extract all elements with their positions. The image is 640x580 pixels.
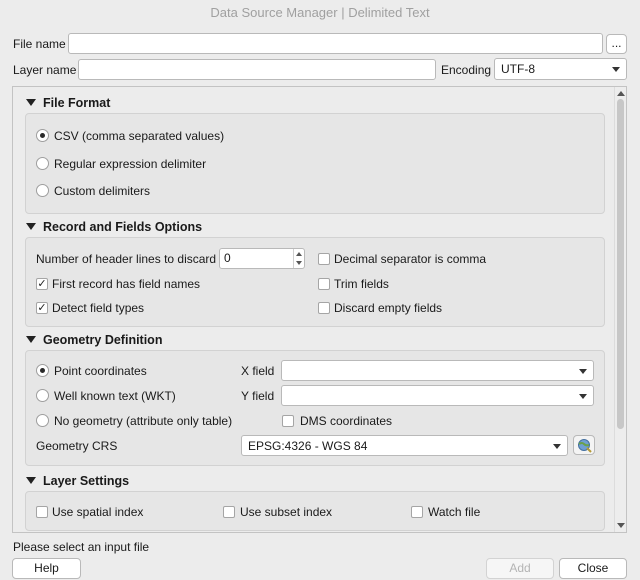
encoding-label: Encoding bbox=[441, 63, 492, 77]
vertical-scrollbar[interactable] bbox=[614, 87, 626, 532]
spin-down-icon bbox=[296, 261, 302, 265]
discard-empty-checkbox[interactable] bbox=[318, 302, 330, 314]
subset-index-checkbox[interactable] bbox=[223, 506, 235, 518]
layer-name-input[interactable] bbox=[78, 59, 436, 80]
radio-no-geometry[interactable] bbox=[36, 414, 49, 427]
trim-fields-checkbox[interactable] bbox=[318, 278, 330, 290]
trim-fields-label: Trim fields bbox=[334, 277, 389, 291]
decimal-comma-label: Decimal separator is comma bbox=[334, 252, 487, 266]
x-field-label: X field bbox=[241, 364, 275, 378]
radio-wkt-label: Well known text (WKT) bbox=[54, 389, 176, 403]
radio-point-coordinates[interactable] bbox=[36, 364, 49, 377]
chevron-down-icon bbox=[579, 369, 587, 374]
subset-index-label: Use subset index bbox=[240, 505, 333, 519]
radio-csv[interactable] bbox=[36, 129, 49, 142]
file-name-label: File name bbox=[13, 37, 66, 51]
first-record-checkbox[interactable]: ✓ bbox=[36, 278, 48, 290]
y-field-label: Y field bbox=[241, 389, 275, 403]
help-button[interactable]: Help bbox=[12, 558, 81, 579]
radio-no-geometry-label: No geometry (attribute only table) bbox=[54, 414, 233, 428]
spin-arrows[interactable] bbox=[293, 249, 304, 268]
section-layer-settings[interactable]: Layer Settings bbox=[26, 474, 129, 488]
collapse-triangle-icon bbox=[26, 477, 36, 485]
scrollbar-thumb[interactable] bbox=[617, 99, 624, 429]
radio-regex-label: Regular expression delimiter bbox=[54, 157, 207, 171]
radio-point-coordinates-label: Point coordinates bbox=[54, 364, 147, 378]
y-field-select[interactable] bbox=[281, 385, 594, 406]
encoding-select[interactable]: UTF-8 bbox=[494, 58, 627, 80]
chevron-down-icon bbox=[579, 394, 587, 399]
section-geometry-title: Geometry Definition bbox=[43, 333, 163, 347]
scroll-up-icon[interactable] bbox=[617, 91, 625, 96]
crs-selector-button[interactable] bbox=[573, 435, 595, 455]
encoding-value: UTF-8 bbox=[501, 62, 535, 76]
radio-custom[interactable] bbox=[36, 184, 49, 197]
collapse-triangle-icon bbox=[26, 223, 36, 231]
add-button[interactable]: Add bbox=[486, 558, 554, 579]
header-lines-value: 0 bbox=[224, 251, 231, 265]
section-record-options-title: Record and Fields Options bbox=[43, 220, 203, 234]
radio-csv-label: CSV (comma separated values) bbox=[54, 129, 225, 143]
discard-empty-label: Discard empty fields bbox=[334, 301, 443, 315]
spatial-index-label: Use spatial index bbox=[52, 505, 144, 519]
section-record-options[interactable]: Record and Fields Options bbox=[26, 220, 202, 234]
layer-settings-group: Use spatial index Use subset index Watch… bbox=[25, 491, 605, 531]
globe-icon bbox=[578, 439, 592, 453]
decimal-comma-checkbox[interactable] bbox=[318, 253, 330, 265]
chevron-down-icon bbox=[553, 444, 561, 449]
options-scroll-area[interactable]: File Format CSV (comma separated values)… bbox=[12, 86, 627, 533]
status-message: Please select an input file bbox=[13, 540, 150, 554]
collapse-triangle-icon bbox=[26, 99, 36, 107]
dms-checkbox[interactable] bbox=[282, 415, 294, 427]
close-button[interactable]: Close bbox=[559, 558, 627, 579]
dms-label: DMS coordinates bbox=[300, 414, 393, 428]
geometry-crs-label: Geometry CRS bbox=[36, 439, 118, 453]
watch-file-checkbox[interactable] bbox=[411, 506, 423, 518]
radio-wkt[interactable] bbox=[36, 389, 49, 402]
crs-select[interactable]: EPSG:4326 - WGS 84 bbox=[241, 435, 568, 456]
file-name-input[interactable] bbox=[68, 33, 603, 54]
spatial-index-checkbox[interactable] bbox=[36, 506, 48, 518]
browse-button[interactable]: ... bbox=[606, 34, 627, 54]
detect-types-label: Detect field types bbox=[52, 301, 145, 315]
window-title: Data Source Manager | Delimited Text bbox=[0, 0, 640, 26]
section-geometry[interactable]: Geometry Definition bbox=[26, 333, 162, 347]
radio-regex[interactable] bbox=[36, 157, 49, 170]
scroll-down-icon[interactable] bbox=[617, 523, 625, 528]
record-options-group: Number of header lines to discard 0 ✓ Fi… bbox=[25, 237, 605, 327]
detect-types-checkbox[interactable]: ✓ bbox=[36, 302, 48, 314]
header-lines-label: Number of header lines to discard bbox=[36, 252, 217, 266]
section-layer-settings-title: Layer Settings bbox=[43, 474, 130, 488]
first-record-label: First record has field names bbox=[52, 277, 201, 291]
radio-custom-label: Custom delimiters bbox=[54, 184, 151, 198]
geometry-group: Point coordinates Well known text (WKT) … bbox=[25, 350, 605, 466]
section-file-format-title: File Format bbox=[43, 96, 111, 110]
chevron-down-icon bbox=[612, 67, 620, 72]
collapse-triangle-icon bbox=[26, 336, 36, 344]
crs-value: EPSG:4326 - WGS 84 bbox=[248, 439, 368, 453]
x-field-select[interactable] bbox=[281, 360, 594, 381]
spin-up-icon bbox=[296, 252, 302, 256]
header-lines-spinbox[interactable]: 0 bbox=[219, 248, 305, 269]
file-format-group: CSV (comma separated values) Regular exp… bbox=[25, 113, 605, 214]
layer-name-label: Layer name bbox=[13, 63, 77, 77]
watch-file-label: Watch file bbox=[428, 505, 481, 519]
section-file-format[interactable]: File Format bbox=[26, 96, 110, 110]
